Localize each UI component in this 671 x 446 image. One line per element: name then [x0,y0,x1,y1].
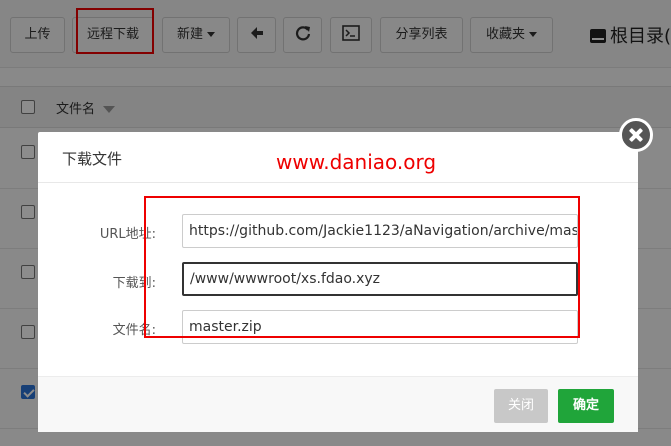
watermark-text: www.daniao.org [276,150,437,174]
close-button[interactable]: 关闭 [494,389,548,423]
dialog-footer: 关闭 确定 [38,376,638,432]
close-icon[interactable] [619,118,653,152]
dialog-header: 下载文件 www.daniao.org [38,132,638,183]
dialog-title: 下载文件 [62,150,123,168]
confirm-button[interactable]: 确定 [558,389,614,423]
file-manager: 上传 远程下载 新建 分享列表 收藏夹 根目录(文件名 下载文件 www.da… [0,0,671,446]
fields-highlight [144,196,580,338]
